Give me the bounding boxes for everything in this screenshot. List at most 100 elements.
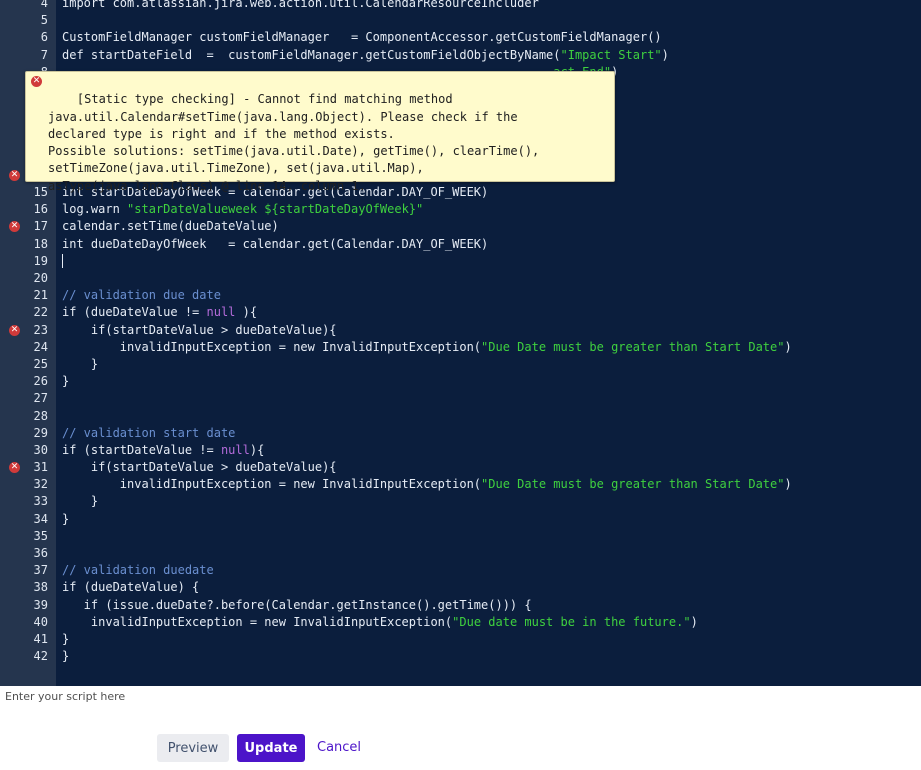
code-text: // validation start date	[62, 425, 235, 442]
code-token: if (issue.dueDate?.before(Calendar.getIn…	[62, 597, 532, 612]
code-token: }	[62, 374, 70, 389]
line-number: 18	[33, 236, 48, 251]
code-token: }	[62, 631, 70, 646]
error-marker-icon[interactable]: ✕	[9, 462, 20, 474]
script-editor[interactable]: 4 import com.atlassian.jira.web.action.ut…	[0, 0, 921, 686]
error-tooltip: ✕ [Static type checking] - Cannot find ma…	[25, 71, 615, 193]
code-text: }	[62, 648, 69, 665]
line-number: 40	[33, 614, 48, 629]
code-token: ){	[235, 305, 258, 320]
line-number: 39	[33, 597, 48, 612]
error-icon: ✕	[31, 76, 42, 87]
code-line[interactable]: 28	[0, 408, 921, 425]
code-token: ){	[249, 442, 265, 457]
code-text: invalidInputException = new InvalidInput…	[62, 339, 792, 356]
code-line[interactable]: 37 // validation duedate	[0, 562, 921, 579]
line-number: 15	[33, 185, 48, 200]
code-line[interactable]: 6 CustomFieldManager customFieldManager =…	[0, 29, 921, 46]
error-marker-icon[interactable]: ✕	[9, 221, 20, 233]
line-number: 29	[33, 425, 48, 440]
code-text: // validation duedate	[62, 562, 214, 579]
code-text: def startDateField = customFieldManager.…	[62, 47, 669, 64]
line-number: 4	[40, 0, 48, 10]
code-line[interactable]: 39 if (issue.dueDate?.before(Calendar.ge…	[0, 597, 921, 614]
code-line[interactable]: 16 log.warn "starDateValueweek ${startDat…	[0, 201, 921, 218]
code-line[interactable]: 24 invalidInputException = new InvalidIn…	[0, 339, 921, 356]
line-number: 28	[33, 408, 48, 423]
code-token: if(startDateValue > dueDateValue){	[62, 322, 337, 337]
line-number: 38	[33, 580, 48, 595]
code-line[interactable]: 36	[0, 545, 921, 562]
line-number: 20	[33, 271, 48, 285]
code-line[interactable]: 42}	[0, 648, 921, 665]
code-text: }	[62, 373, 69, 390]
editor-hint: Enter your script here	[5, 690, 126, 703]
code-line[interactable]: ✕ 31 if(startDateValue > dueDateValue){	[0, 459, 921, 476]
preview-button[interactable]: Preview	[157, 734, 229, 762]
cancel-button[interactable]: Cancel	[311, 734, 367, 762]
code-line[interactable]: 18 int dueDateDayOfWeek = calendar.get(Ca…	[0, 236, 921, 253]
code-line[interactable]: 7 def startDateField = customFieldManager…	[0, 47, 921, 64]
code-token: "Due Date must be greater than Start Dat…	[481, 477, 785, 492]
code-text: }	[62, 356, 98, 373]
code-line[interactable]: ✕ 23 if(startDateValue > dueDateValue){	[0, 322, 921, 339]
update-button[interactable]: Update	[237, 734, 305, 762]
error-marker-icon[interactable]: ✕	[9, 169, 20, 181]
code-line[interactable]: 4 import com.atlassian.jira.web.action.ut…	[0, 0, 921, 12]
code-line[interactable]: 41}	[0, 631, 921, 648]
code-line[interactable]: 21 // validation due date	[0, 287, 921, 304]
code-text: invalidInputException = new InvalidInput…	[62, 476, 792, 493]
code-text: if(startDateValue > dueDateValue){	[62, 322, 337, 339]
code-text: if (startDateValue != null){	[62, 442, 264, 459]
line-number: 19	[33, 253, 48, 268]
code-token: invalidInputException = new InvalidInput…	[62, 339, 482, 354]
code-line[interactable]: 5	[0, 12, 921, 29]
code-line[interactable]: 34}	[0, 511, 921, 528]
code-token: }	[62, 356, 99, 371]
code-token: )	[661, 47, 669, 62]
line-number: 27	[33, 391, 48, 406]
line-number: 33	[33, 494, 48, 509]
code-line[interactable]: 19	[0, 253, 921, 270]
code-token: "starDateValueweek ${startDateDayOfWeek}…	[127, 202, 424, 217]
line-number: 23	[33, 322, 48, 337]
code-text: import com.atlassian.jira.web.action.uti…	[62, 0, 539, 12]
code-line[interactable]: 27	[0, 390, 921, 407]
line-number: 30	[33, 442, 48, 457]
code-token: }	[62, 649, 70, 664]
code-token: if(startDateValue > dueDateValue){	[62, 460, 337, 475]
line-number: 36	[33, 546, 48, 560]
code-token: if (startDateValue !=	[62, 442, 221, 457]
code-text: int dueDateDayOfWeek = calendar.get(Cale…	[62, 236, 488, 253]
code-line[interactable]: 26}	[0, 373, 921, 390]
line-number: 6	[40, 30, 48, 45]
code-line[interactable]: 22 if (dueDateValue != null ){	[0, 304, 921, 321]
code-token: )	[784, 339, 792, 354]
code-text: if (dueDateValue) {	[62, 579, 199, 596]
line-number: 32	[33, 477, 48, 492]
line-number: 5	[40, 13, 48, 28]
code-token: "Due date must be in the future."	[452, 614, 691, 629]
code-line[interactable]: 29 // validation start date	[0, 425, 921, 442]
code-line[interactable]: 25 }	[0, 356, 921, 373]
code-token: int dueDateDayOfWeek = calendar.get(Cale…	[62, 236, 489, 251]
text-cursor	[62, 254, 63, 269]
code-token: invalidInputException = new InvalidInput…	[62, 614, 453, 629]
code-token: "Impact Start"	[560, 47, 662, 62]
code-line[interactable]: 40 invalidInputException = new InvalidIn…	[0, 614, 921, 631]
code-line[interactable]: 30 if (startDateValue != null){	[0, 442, 921, 459]
code-line[interactable]: 38 if (dueDateValue) {	[0, 579, 921, 596]
code-text: }	[62, 631, 69, 648]
code-text: invalidInputException = new InvalidInput…	[62, 614, 698, 631]
code-text: // validation due date	[62, 287, 221, 304]
code-line[interactable]: 32 invalidInputException = new InvalidIn…	[0, 476, 921, 493]
code-token: def startDateField = customFieldManager.…	[62, 47, 561, 62]
code-line[interactable]: 35	[0, 528, 921, 545]
code-line[interactable]: 33 }	[0, 493, 921, 510]
code-token: )	[784, 477, 792, 492]
code-line[interactable]: 20	[0, 270, 921, 287]
code-token: )	[690, 614, 698, 629]
line-number: 41	[33, 631, 48, 646]
code-line[interactable]: ✕ 17 calendar.setTime(dueDateValue)	[0, 218, 921, 235]
error-marker-icon[interactable]: ✕	[9, 324, 20, 336]
